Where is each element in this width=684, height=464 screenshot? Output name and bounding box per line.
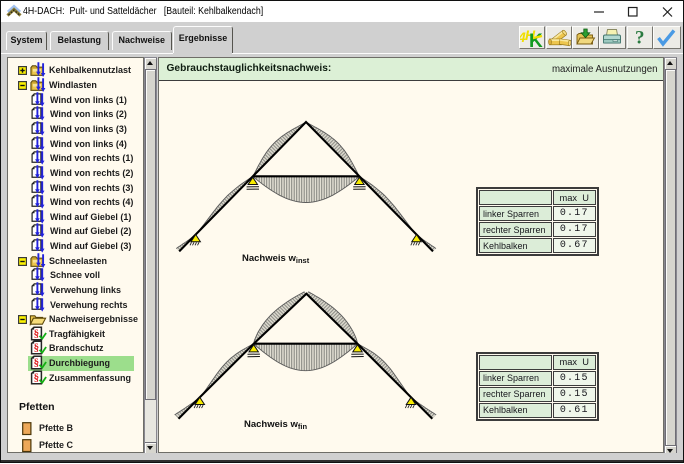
svg-text:§: § [34,328,40,340]
svg-text:§: § [34,357,40,369]
svg-text:?: ? [635,28,645,49]
svg-text:§: § [34,372,40,384]
svg-text:§: § [34,343,40,355]
svg-text:K: K [529,31,543,48]
